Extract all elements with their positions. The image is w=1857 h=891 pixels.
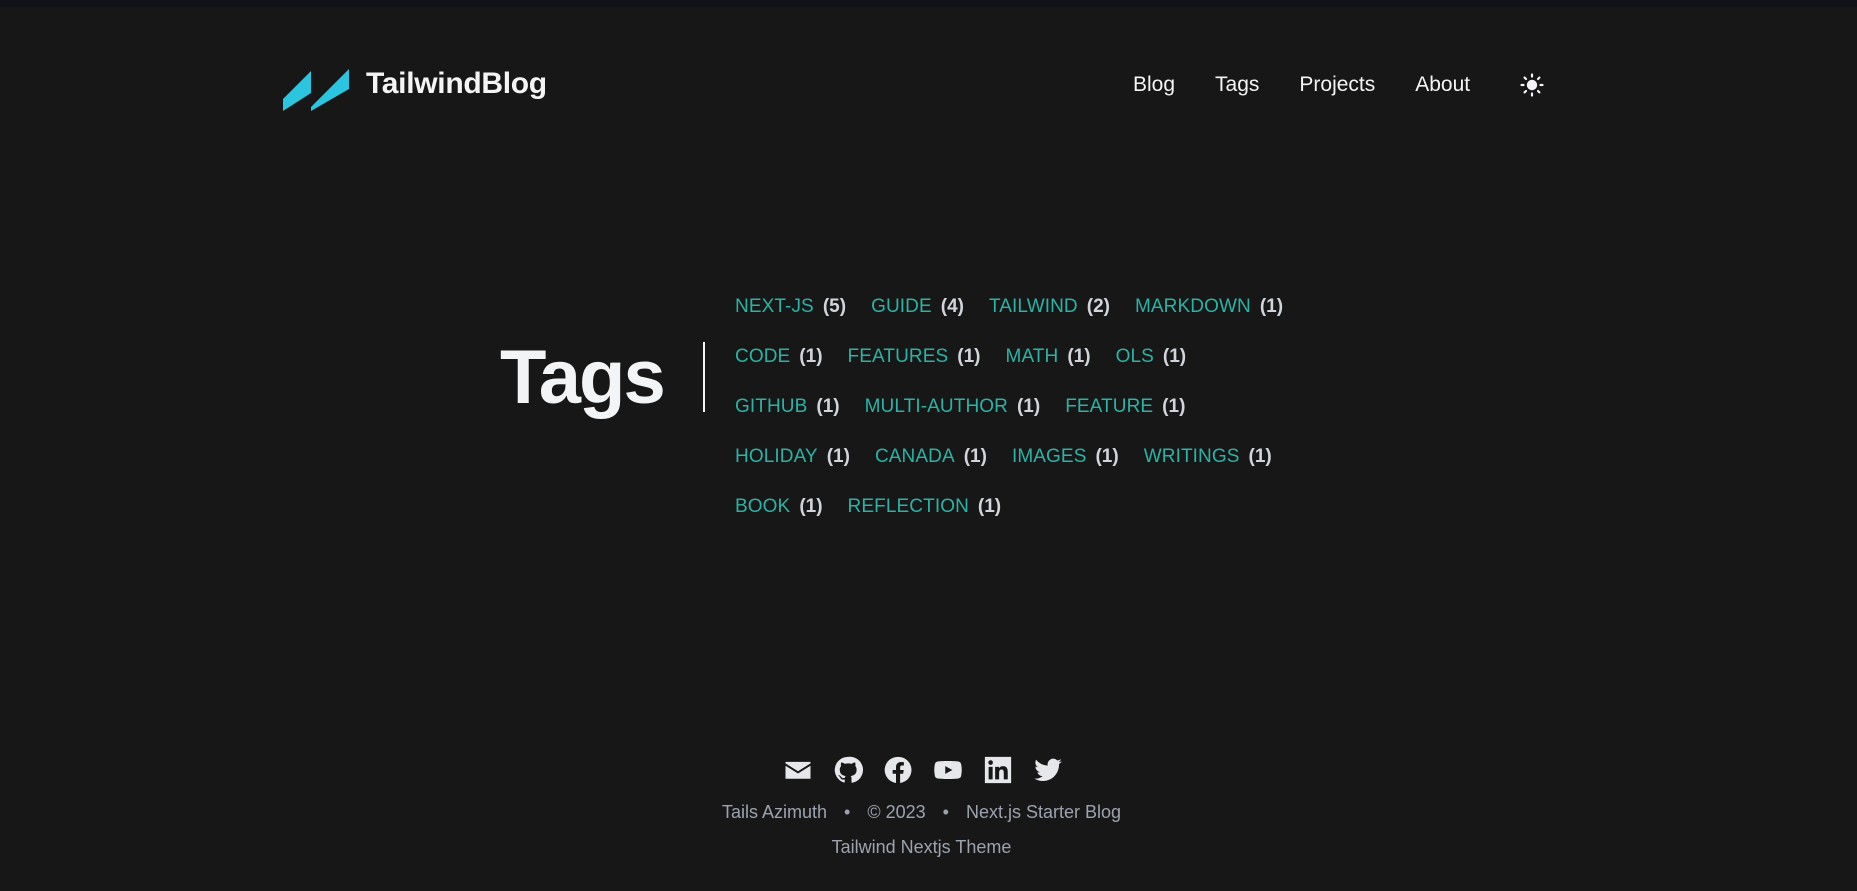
tag-link-reflection[interactable]: REFLECTION	[848, 496, 969, 518]
youtube-icon	[934, 761, 962, 779]
footer-copyright: © 2023	[867, 802, 926, 822]
sun-icon	[1520, 73, 1544, 97]
footer-theme-link[interactable]: Tailwind Nextjs Theme	[832, 837, 1012, 857]
facebook-icon	[884, 756, 912, 783]
tag-count: (1)	[1162, 346, 1187, 367]
tag-count: (1)	[1162, 396, 1186, 417]
main-nav: Blog Tags Projects About	[1133, 70, 1545, 100]
tag-link-code[interactable]: CODE	[735, 346, 790, 368]
tag-link-writings[interactable]: WRITINGS	[1144, 446, 1240, 468]
footer-separator: •	[942, 802, 949, 822]
tag-link-ols[interactable]: OLS	[1116, 346, 1154, 368]
footer-site-link[interactable]: Next.js Starter Blog	[966, 802, 1121, 822]
logo-icon	[283, 69, 349, 111]
nav-link-blog[interactable]: Blog	[1133, 73, 1175, 97]
tag-item: CANADA (1)	[875, 442, 987, 472]
tag-count: (1)	[957, 346, 981, 367]
github-link[interactable]	[833, 755, 863, 785]
footer-author: Tails Azimuth	[721, 802, 827, 822]
nav-link-projects[interactable]: Projects	[1299, 73, 1375, 97]
vertical-divider	[703, 342, 705, 412]
theme-toggle-button[interactable]	[1519, 72, 1545, 98]
tag-item: MATH (1)	[1006, 342, 1091, 372]
tag-item: TAILWIND (2)	[989, 292, 1110, 322]
tag-link-feature[interactable]: FEATURE	[1065, 396, 1153, 418]
tag-item: CODE (1)	[735, 342, 823, 372]
tag-count: (1)	[1095, 446, 1119, 467]
tag-count: (1)	[1067, 346, 1091, 367]
tag-count: (1)	[977, 496, 1002, 517]
tag-count: (1)	[1016, 396, 1041, 417]
tag-count: (2)	[1086, 296, 1110, 317]
tag-link-math[interactable]: MATH	[1006, 346, 1059, 368]
footer-theme-credit: Tailwind Nextjs Theme	[0, 837, 1843, 858]
tag-link-features[interactable]: FEATURES	[848, 346, 949, 368]
nav-link-tags[interactable]: Tags	[1215, 73, 1259, 97]
mail-link[interactable]	[783, 755, 813, 785]
social-links	[783, 755, 1083, 785]
tag-count: (1)	[826, 446, 850, 467]
tag-item: IMAGES (1)	[1012, 442, 1119, 472]
tag-count: (1)	[1248, 446, 1272, 467]
page-title: Tags	[500, 335, 666, 420]
twitter-icon	[1034, 758, 1062, 782]
footer-separator: •	[844, 802, 851, 822]
top-edge-bar	[0, 0, 1857, 7]
tag-link-multi-author[interactable]: MULTI-AUTHOR	[865, 396, 1008, 418]
youtube-link[interactable]	[933, 755, 963, 785]
tag-count: (4)	[940, 296, 964, 317]
tag-link-holiday[interactable]: HOLIDAY	[735, 446, 818, 468]
footer-credits: Tails Azimuth • © 2023 • Next.js Starter…	[0, 802, 1843, 823]
tag-count: (1)	[963, 446, 987, 467]
tag-item: NEXT-JS (5)	[735, 292, 846, 322]
tag-link-book[interactable]: BOOK	[735, 496, 790, 518]
tag-item: REFLECTION (1)	[848, 492, 1002, 522]
tag-item: FEATURE (1)	[1065, 392, 1185, 422]
tag-item: GITHUB (1)	[735, 392, 840, 422]
tag-count: (1)	[1259, 296, 1284, 317]
tag-link-canada[interactable]: CANADA	[875, 446, 955, 468]
tag-item: OLS (1)	[1116, 342, 1187, 372]
tag-item: BOOK (1)	[735, 492, 823, 522]
tag-link-images[interactable]: IMAGES	[1012, 446, 1087, 468]
tag-count: (1)	[799, 346, 823, 367]
mail-icon	[785, 761, 811, 779]
tag-link-guide[interactable]: GUIDE	[871, 296, 932, 318]
tag-count: (1)	[799, 496, 823, 517]
tag-count: (1)	[816, 396, 840, 417]
twitter-link[interactable]	[1033, 755, 1063, 785]
tag-item: MULTI-AUTHOR (1)	[865, 392, 1041, 422]
github-icon	[834, 756, 863, 783]
tag-item: HOLIDAY (1)	[735, 442, 850, 472]
site-title: TailwindBlog	[366, 67, 547, 100]
tag-item: MARKDOWN (1)	[1135, 292, 1283, 322]
tag-list: NEXT-JS (5) GUIDE (4) TAILWIND (2) MARKDOWN…	[735, 292, 1315, 542]
tag-item: WRITINGS (1)	[1144, 442, 1272, 472]
site-logo-link[interactable]: TailwindBlog	[283, 57, 547, 111]
tag-link-next-js[interactable]: NEXT-JS	[735, 296, 814, 318]
tag-link-github[interactable]: GITHUB	[735, 396, 807, 418]
tag-item: GUIDE (4)	[871, 292, 964, 322]
tag-count: (5)	[822, 296, 847, 317]
linkedin-link[interactable]	[983, 755, 1013, 785]
tag-item: FEATURES (1)	[848, 342, 981, 372]
tag-link-markdown[interactable]: MARKDOWN	[1135, 296, 1251, 318]
tag-link-tailwind[interactable]: TAILWIND	[989, 296, 1078, 318]
facebook-link[interactable]	[883, 755, 913, 785]
nav-link-about[interactable]: About	[1415, 73, 1470, 97]
linkedin-icon	[984, 756, 1012, 784]
